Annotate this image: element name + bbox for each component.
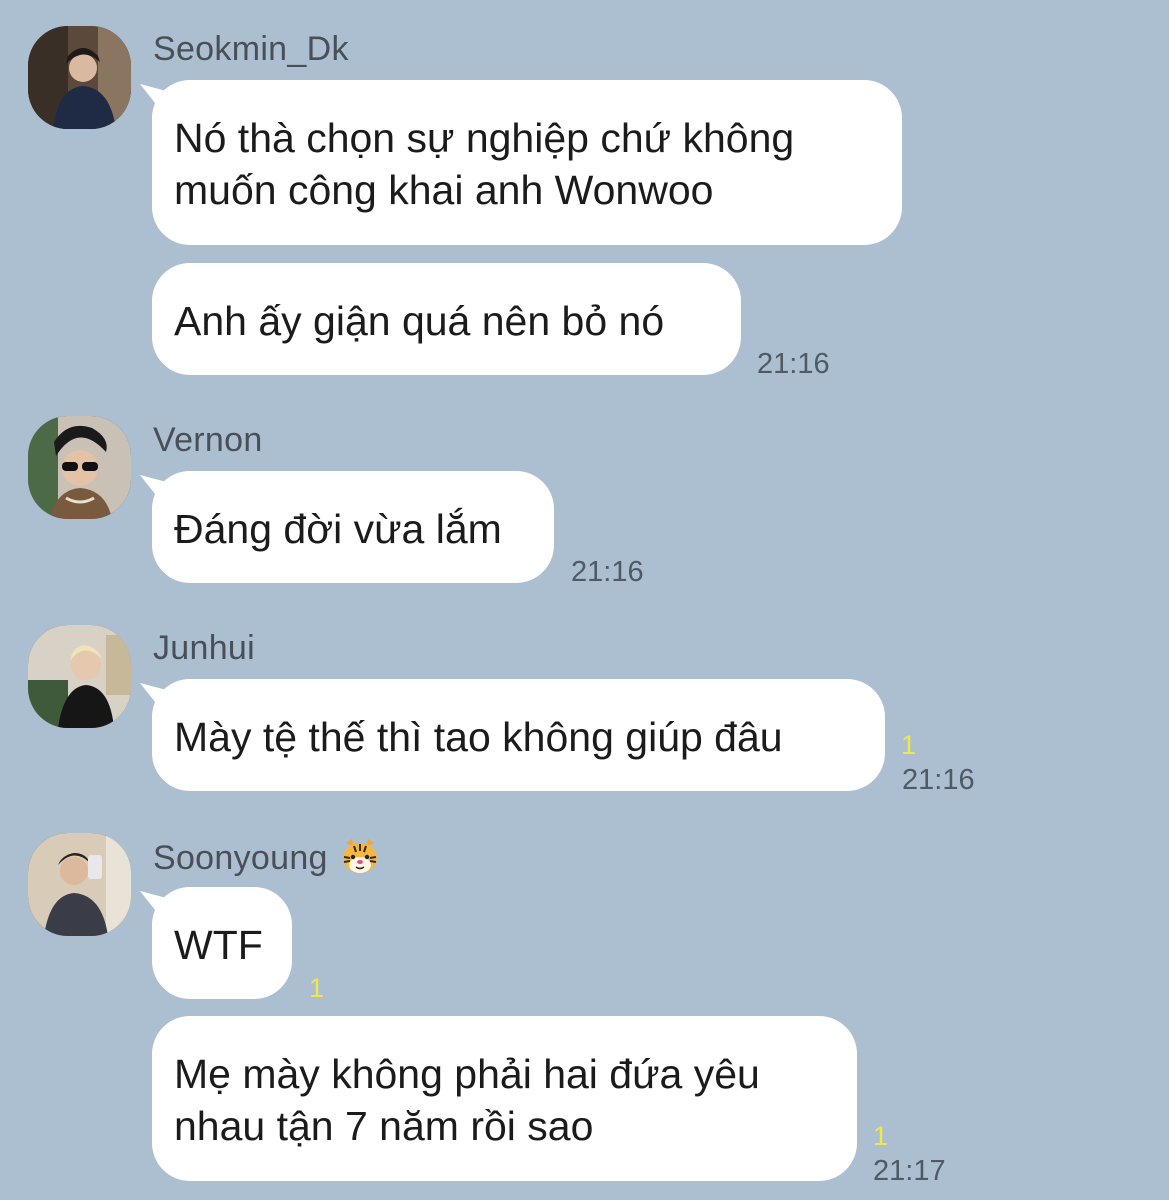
message-timestamp: 21:16 <box>571 556 644 588</box>
avatar-soonyoung[interactable] <box>28 833 131 936</box>
avatar-photo <box>28 833 131 936</box>
avatar-photo <box>28 625 131 728</box>
message-bubble[interactable]: Mày tệ thế thì tao không giúp đâu <box>152 679 885 791</box>
avatar-seokmin[interactable] <box>28 26 131 129</box>
avatar-photo <box>28 416 131 519</box>
read-count: 1 <box>901 730 917 760</box>
message-bubble[interactable]: Đáng đời vừa lắm <box>152 471 554 583</box>
read-count: 1 <box>309 973 325 1003</box>
message-bubble[interactable]: WTF <box>152 887 292 999</box>
sender-name: Vernon <box>153 421 263 459</box>
sender-name: Seokmin_Dk <box>153 30 349 68</box>
avatar-junhui[interactable] <box>28 625 131 728</box>
sender-name-text: Soonyoung <box>153 839 328 877</box>
message-timestamp: 21:16 <box>902 764 975 796</box>
avatar-vernon[interactable] <box>28 416 131 519</box>
message-timestamp: 21:17 <box>873 1155 946 1187</box>
tiger-face-icon <box>340 837 380 875</box>
sender-name: Junhui <box>153 629 255 667</box>
avatar-photo <box>28 26 131 129</box>
sender-name: Soonyoung <box>153 837 380 878</box>
message-bubble[interactable]: Mẹ mày không phải hai đứa yêu nhau tận 7… <box>152 1016 857 1181</box>
message-timestamp: 21:16 <box>757 348 830 380</box>
read-count: 1 <box>873 1121 889 1151</box>
message-bubble[interactable]: Nó thà chọn sự nghiệp chứ không muốn côn… <box>152 80 902 245</box>
message-bubble[interactable]: Anh ấy giận quá nên bỏ nó <box>152 263 741 375</box>
